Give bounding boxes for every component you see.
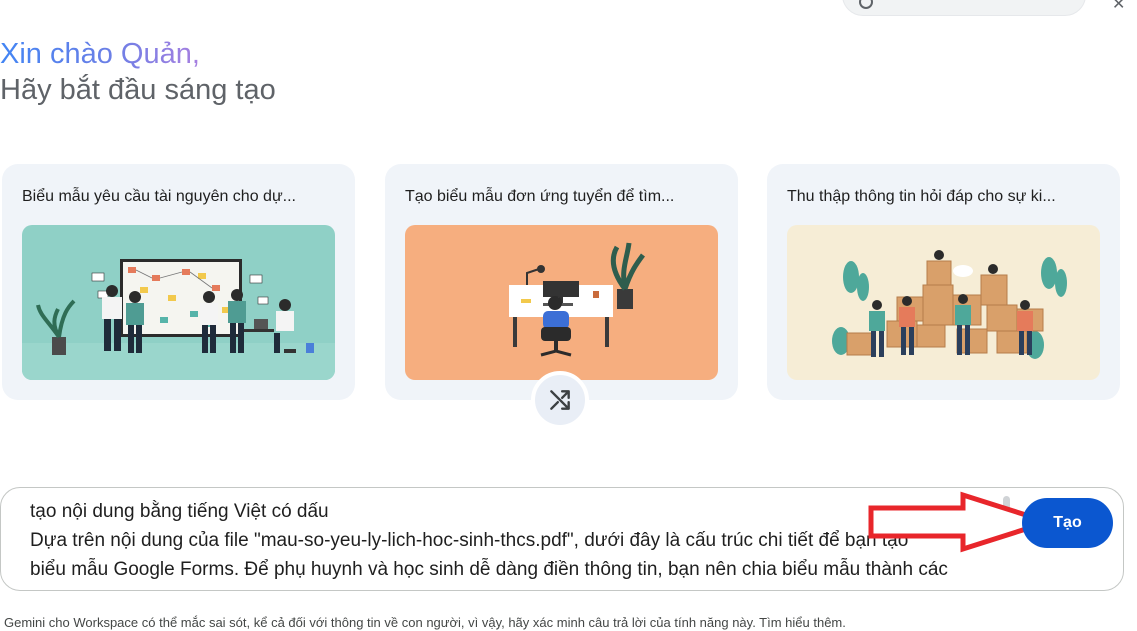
card-title: Tạo biểu mẫu đơn ứng tuyển để tìm...: [405, 188, 675, 205]
suggestion-card-resource-request[interactable]: Biểu mẫu yêu cầu tài nguyên cho dự...: [2, 164, 355, 400]
prompt-line: tạo nội dung bằng tiếng Việt có dấu: [30, 501, 329, 522]
office-whiteboard-illustration: [22, 225, 335, 380]
gemini-forms-panel: ✕ Xin chào Quản, Hãy bắt đầu sáng tạo Bi…: [0, 0, 1137, 631]
greeting-subtitle: Hãy bắt đầu sáng tạo: [0, 74, 276, 106]
disclaimer-text: Gemini cho Workspace có thể mắc sai sót,…: [4, 615, 846, 630]
card-title: Biểu mẫu yêu cầu tài nguyên cho dự...: [22, 188, 296, 205]
desk-workspace-illustration: [405, 225, 718, 380]
shuffle-icon: [550, 390, 570, 410]
suggestion-card-job-application[interactable]: Tạo biểu mẫu đơn ứng tuyển để tìm...: [385, 164, 738, 400]
suggestion-card-event-qa[interactable]: Thu thập thông tin hỏi đáp cho sự ki...: [767, 164, 1120, 400]
prompt-text-area[interactable]: tạo nội dung bằng tiếng Việt có dấu Dựa …: [30, 497, 1005, 589]
greeting-hello: Xin chào Quản,: [0, 38, 200, 70]
close-icon[interactable]: ✕: [1112, 0, 1125, 14]
prompt-line: Dựa trên nội dung của file "mau-so-yeu-l…: [30, 530, 909, 551]
prompt-line: biểu mẫu Google Forms. Để phụ huynh và h…: [30, 559, 948, 580]
search-icon: [859, 0, 873, 9]
shuffle-button[interactable]: [531, 371, 589, 429]
card-title: Thu thập thông tin hỏi đáp cho sự ki...: [787, 188, 1056, 205]
warehouse-boxes-illustration: [787, 225, 1100, 380]
top-search-pill[interactable]: [842, 0, 1086, 16]
create-button[interactable]: Tạo: [1022, 498, 1113, 548]
